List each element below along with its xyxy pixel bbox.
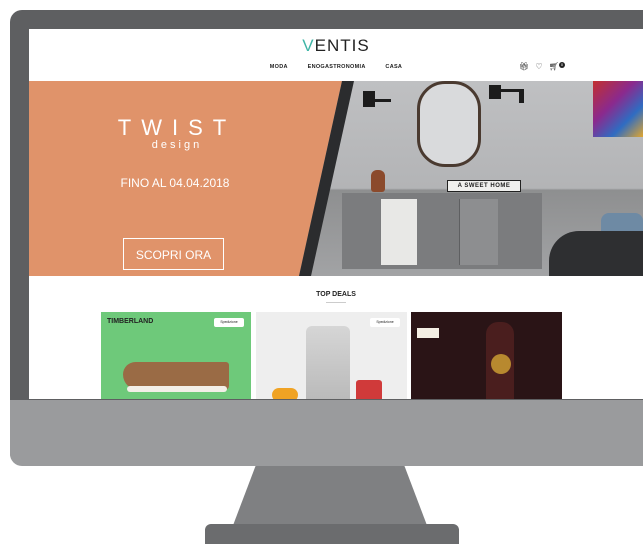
hero-banner[interactable]: A SWEET HOME TWIST design FINO AL 04.04.… — [29, 81, 643, 276]
shipping-badge: Spedizione — [370, 318, 400, 327]
wall-lamp-mount-right — [519, 89, 524, 103]
site-logo[interactable]: VENTIS — [29, 36, 643, 56]
section-title-top-deals: TOP DEALS — [316, 291, 356, 298]
juice-glass — [356, 380, 382, 399]
mirror — [417, 81, 481, 167]
hero-subtitle: design — [151, 139, 203, 151]
shoe-sole — [127, 386, 227, 392]
logo-letter: V — [302, 36, 315, 55]
sideboard — [342, 193, 542, 269]
wall-lamp-arm-right — [501, 89, 521, 92]
deal-card-timberland[interactable]: TIMBERLAND Spedizione — [101, 312, 251, 399]
monitor-stand-neck — [232, 466, 428, 528]
sideboard-drawers — [381, 199, 417, 265]
juicer-image — [306, 326, 350, 399]
deal-card-wine[interactable] — [411, 312, 562, 399]
wine-bottle-seal — [491, 354, 511, 374]
nav-item-casa[interactable]: CASA — [385, 64, 402, 70]
hero-cta-button[interactable]: SCOPRI ORA — [123, 238, 224, 270]
nav-item-moda[interactable]: MODA — [270, 64, 288, 70]
wall-lamp-arm-left — [375, 99, 391, 102]
monitor-chin — [10, 400, 643, 466]
deal-card-juicer[interactable]: Spedizione — [256, 312, 407, 399]
header-icons: 🎁︎ ♡ 🛒︎ 0 — [519, 62, 573, 71]
wall-lamp-left — [363, 91, 375, 107]
monitor-stand-base — [205, 524, 459, 544]
cart-count-badge: 0 — [558, 62, 565, 68]
heart-icon[interactable]: ♡ — [535, 62, 542, 71]
monitor-screen: VENTIS MODA ENOGASTRONOMIA CASA 🎁︎ ♡ 🛒︎ 0… — [29, 29, 643, 399]
nav-item-enogastronomia[interactable]: ENOGASTRONOMIA — [308, 64, 366, 70]
fruit — [272, 388, 298, 399]
hero-date: FINO AL 04.04.2018 — [120, 176, 230, 190]
chair — [549, 231, 643, 276]
cart-icon[interactable]: 🛒︎ 0 — [549, 62, 569, 71]
shipping-badge: Spedizione — [214, 318, 244, 327]
wine-brand-logo — [417, 328, 439, 338]
hero-title: TWIST — [117, 115, 237, 140]
sideboard-door — [459, 199, 498, 265]
wall-lamp-right — [489, 85, 501, 99]
vase — [371, 170, 385, 192]
lightbox-sign: A SWEET HOME — [447, 180, 521, 192]
site-header: VENTIS MODA ENOGASTRONOMIA CASA 🎁︎ ♡ 🛒︎ 0 — [29, 29, 643, 81]
section-title-underline — [326, 302, 346, 303]
gift-icon[interactable]: 🎁︎ — [519, 62, 529, 71]
deal-card-brand: TIMBERLAND — [107, 318, 154, 325]
wall-art — [593, 81, 643, 137]
logo-text: ENTIS — [314, 36, 370, 55]
